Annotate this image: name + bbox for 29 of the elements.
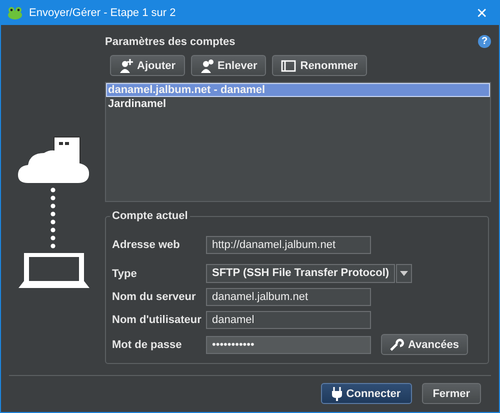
remove-user-icon: [200, 58, 214, 72]
type-dropdown[interactable]: SFTP (SSH File Transfer Protocol): [206, 264, 396, 283]
field-label: Mot de passe: [112, 338, 183, 350]
password-field[interactable]: •••••••••••: [206, 336, 371, 354]
add-user-icon: [119, 58, 133, 72]
dialog-button[interactable]: Fermer: [422, 383, 481, 404]
toolbar-button[interactable]: Ajouter: [110, 55, 184, 76]
plug-icon: [332, 386, 342, 400]
input-field[interactable]: danamel: [206, 311, 371, 329]
caret-icon: [400, 271, 408, 276]
advanced-button[interactable]: Avancées: [381, 334, 468, 355]
toolbar-button[interactable]: Enlever: [190, 55, 266, 76]
close-button[interactable]: ✕: [465, 1, 499, 25]
frog-icon: [7, 6, 23, 20]
account-item[interactable]: Jardinamel: [106, 97, 490, 111]
section-heading: Paramètres des comptes: [105, 36, 236, 48]
field-label: Nom du serveur: [112, 291, 197, 303]
field-label: Type: [112, 268, 138, 280]
input-field[interactable]: http://danamel.jalbum.net: [206, 236, 371, 254]
group-legend: Compte actuel: [110, 210, 190, 222]
wrench-icon: [390, 338, 404, 352]
input-field[interactable]: danamel.jalbum.net: [206, 288, 371, 306]
field-label: Nom d'utilisateur: [112, 314, 202, 326]
field-label: Adresse web: [112, 239, 181, 251]
rename-icon: [281, 60, 296, 72]
toolbar-button[interactable]: Renommer: [272, 55, 367, 76]
window-title: Envoyer/Gérer - Etape 1 sur 2: [29, 7, 177, 19]
dialog-button[interactable]: Connecter: [321, 383, 412, 404]
dropdown-button[interactable]: [396, 264, 412, 283]
